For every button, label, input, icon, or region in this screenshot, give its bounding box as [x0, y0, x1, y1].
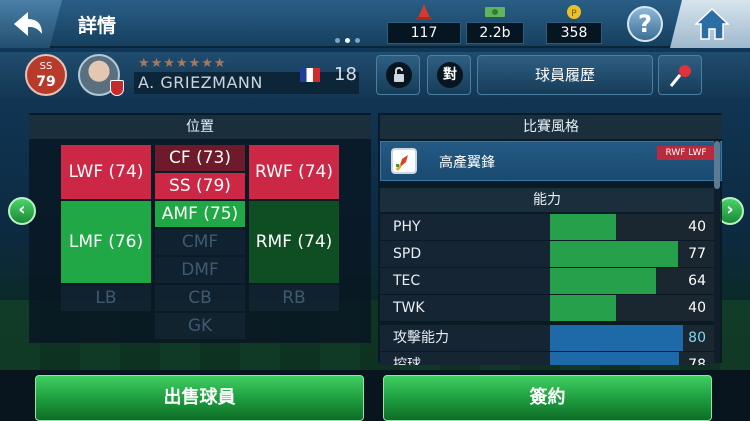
ability-bar-fill: [550, 268, 656, 294]
ability-value: 80: [688, 330, 706, 346]
page-indicator: [335, 38, 360, 43]
home-button[interactable]: [670, 0, 750, 48]
ability-row: PHY 40: [380, 214, 714, 240]
ability-value: 77: [688, 246, 706, 262]
ability-bar: 40: [550, 295, 714, 321]
play-style-title: 比賽風格: [380, 115, 722, 139]
cone-resource: 117: [387, 4, 461, 44]
play-style-row[interactable]: 高產翼鋒 RWF LWF: [380, 141, 722, 181]
ability-value: 64: [688, 273, 706, 289]
ability-bar-fill: [550, 241, 678, 267]
ability-value: 40: [688, 219, 706, 235]
ability-bar: 64: [550, 268, 714, 294]
position-cmf[interactable]: CMF: [154, 228, 246, 256]
ability-bar: 77: [550, 241, 714, 267]
position-ss[interactable]: SS (79): [154, 172, 246, 200]
ability-bar-fill: [550, 352, 679, 365]
ability-label: PHY: [380, 214, 550, 240]
position-amf[interactable]: AMF (75): [154, 200, 246, 228]
player-position: SS: [39, 61, 53, 72]
ability-row: SPD 77: [380, 241, 714, 267]
money-count: 2.2b: [466, 22, 524, 44]
position-dmf[interactable]: DMF: [154, 256, 246, 284]
help-button[interactable]: ?: [627, 6, 663, 42]
ability-row: 控球 78: [380, 352, 714, 365]
ability-label: TWK: [380, 295, 550, 321]
player-rating: 79: [36, 74, 56, 90]
ability-label: 控球: [380, 352, 550, 365]
ability-value: 40: [688, 300, 706, 316]
ability-bar: 40: [550, 214, 714, 240]
play-style-positions: RWF LWF: [657, 146, 715, 160]
position-rmf[interactable]: RMF (74): [248, 200, 340, 284]
position-panel-title: 位置: [29, 115, 371, 139]
play-style-icon: [391, 148, 417, 174]
home-icon: [694, 7, 730, 40]
ability-row: 攻擊能力 80: [380, 325, 714, 351]
ability-scroll-thumb[interactable]: [714, 141, 720, 189]
ability-bar-fill: [550, 325, 683, 351]
position-rwf[interactable]: RWF (74): [248, 144, 340, 200]
coin-icon: P: [567, 5, 581, 19]
contract-button[interactable]: 對: [427, 55, 471, 95]
position-cb[interactable]: CB: [154, 284, 246, 312]
nationality-flag-icon: [300, 68, 320, 82]
position-lmf[interactable]: LMF (76): [60, 200, 152, 284]
position-rating-badge: SS 79: [25, 54, 67, 96]
position-rb[interactable]: RB: [248, 284, 340, 312]
position-cf[interactable]: CF (73): [154, 144, 246, 172]
sign-contract-button[interactable]: 簽約: [383, 375, 712, 421]
svg-text:P: P: [571, 9, 577, 19]
ability-bar: 80: [550, 325, 714, 351]
cone-icon: [416, 4, 432, 20]
ability-bar-fill: [550, 214, 616, 240]
club-crest-icon: [110, 80, 124, 96]
ability-bar-fill: [550, 295, 616, 321]
lock-button[interactable]: [376, 55, 420, 95]
contract-label: 對: [437, 62, 463, 88]
money-icon: [485, 7, 505, 17]
player-number: 18: [334, 64, 357, 85]
sell-player-button[interactable]: 出售球員: [35, 375, 364, 421]
ability-label: TEC: [380, 268, 550, 294]
position-lb[interactable]: LB: [60, 284, 152, 312]
back-arrow-icon: [14, 12, 42, 36]
position-lwf[interactable]: LWF (74): [60, 144, 152, 200]
pin-button[interactable]: [658, 55, 702, 95]
page-title: 詳情: [78, 15, 117, 37]
ability-label: SPD: [380, 241, 550, 267]
prev-player-button[interactable]: ‹: [8, 197, 36, 225]
ability-row: TWK 40: [380, 295, 714, 321]
play-style-name: 高產翼鋒: [439, 155, 495, 171]
ability-value: 78: [688, 357, 706, 365]
position-gk[interactable]: GK: [154, 312, 246, 340]
points-count: 358: [546, 22, 602, 44]
ability-bar: 78: [550, 352, 714, 365]
money-resource: 2.2b: [466, 4, 524, 44]
ability-label: 攻擊能力: [380, 325, 550, 351]
cone-count: 117: [387, 22, 461, 44]
player-name: A. GRIEZMANN: [134, 72, 359, 94]
ability-title: 能力: [380, 188, 714, 212]
star-rating: ★★★★★★★: [138, 56, 227, 71]
points-resource: P 358: [546, 4, 602, 44]
ability-row: TEC 64: [380, 268, 714, 294]
career-history-button[interactable]: 球員履歷: [477, 55, 653, 95]
pin-icon: [669, 65, 691, 87]
unlock-icon: [394, 66, 404, 82]
rocket-icon: [395, 155, 408, 171]
